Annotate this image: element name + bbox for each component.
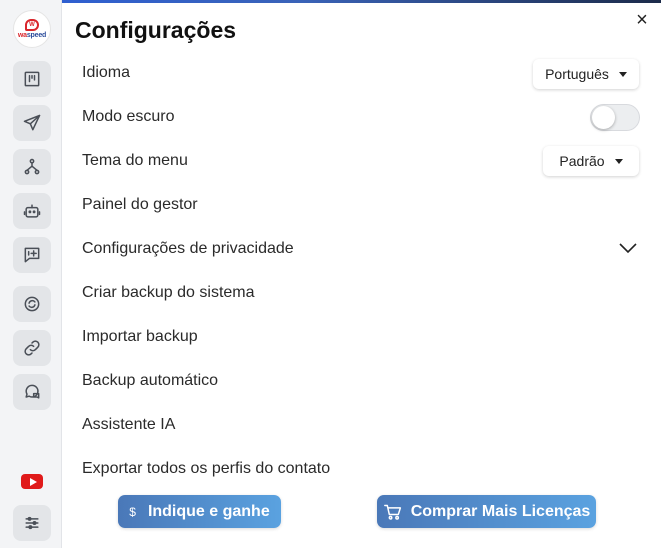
create-backup-item[interactable]: Criar backup do sistema [82,284,255,302]
language-label: Idioma [82,64,131,81]
manager-panel-item[interactable]: Painel do gestor [82,196,198,214]
caret-down-icon [618,71,627,77]
sidebar-item-send[interactable] [13,105,51,141]
chevron-down-icon[interactable] [618,240,638,256]
app-logo[interactable]: W waspeed [13,10,51,48]
close-icon[interactable]: × [632,10,652,30]
sync-icon [24,296,40,312]
message-plus-icon [24,247,40,263]
language-value: Português [545,66,609,82]
refer-button[interactable]: $ Indique e ganhe [118,495,281,528]
sidebar-item-sync[interactable] [13,286,51,322]
sidebar-item-flow[interactable] [13,149,51,185]
send-icon [23,114,41,131]
language-select[interactable]: Português [533,59,639,89]
dark-mode-toggle[interactable] [590,104,640,131]
dark-mode-label: Modo escuro [82,108,175,125]
sidebar: W waspeed [0,0,62,548]
sidebar-item-bot[interactable] [13,193,51,229]
logo-brand: waspeed [17,32,47,39]
cart-icon [383,504,401,520]
refer-button-label: Indique e ganhe [147,502,270,520]
sliders-icon [25,516,39,530]
ai-assistant-item[interactable]: Assistente IA [82,416,175,434]
sidebar-item-settings[interactable] [13,505,51,541]
toggle-knob [592,106,615,129]
import-backup-item[interactable]: Importar backup [82,328,198,346]
bot-icon [23,204,41,218]
caret-down-icon [614,158,623,164]
top-accent-line [62,0,661,3]
chat-bubbles-icon [25,384,40,399]
menu-theme-select[interactable]: Padrão [543,146,639,176]
sidebar-item-link[interactable] [13,330,51,366]
sidebar-item-message-plus[interactable] [13,237,51,273]
dollar-icon: $ [129,504,136,519]
privacy-settings-item[interactable]: Configurações de privacidade [82,240,294,258]
sidebar-item-kanban[interactable] [13,61,51,97]
logo-bubble-icon: W [25,19,39,31]
buy-button-label: Comprar Mais Licenças [410,502,591,520]
link-icon [24,340,40,356]
kanban-icon [24,71,40,87]
menu-theme-value: Padrão [559,153,605,169]
menu-theme-label: Tema do menu [82,152,188,169]
flow-icon [24,158,40,175]
buy-licenses-button[interactable]: Comprar Mais Licenças [377,495,596,528]
export-profiles-item[interactable]: Exportar todos os perfis do contato [82,460,330,478]
youtube-icon[interactable] [21,474,43,489]
auto-backup-item[interactable]: Backup automático [82,372,218,390]
sidebar-item-chat[interactable] [13,374,51,410]
page-title: Configurações [75,17,237,43]
